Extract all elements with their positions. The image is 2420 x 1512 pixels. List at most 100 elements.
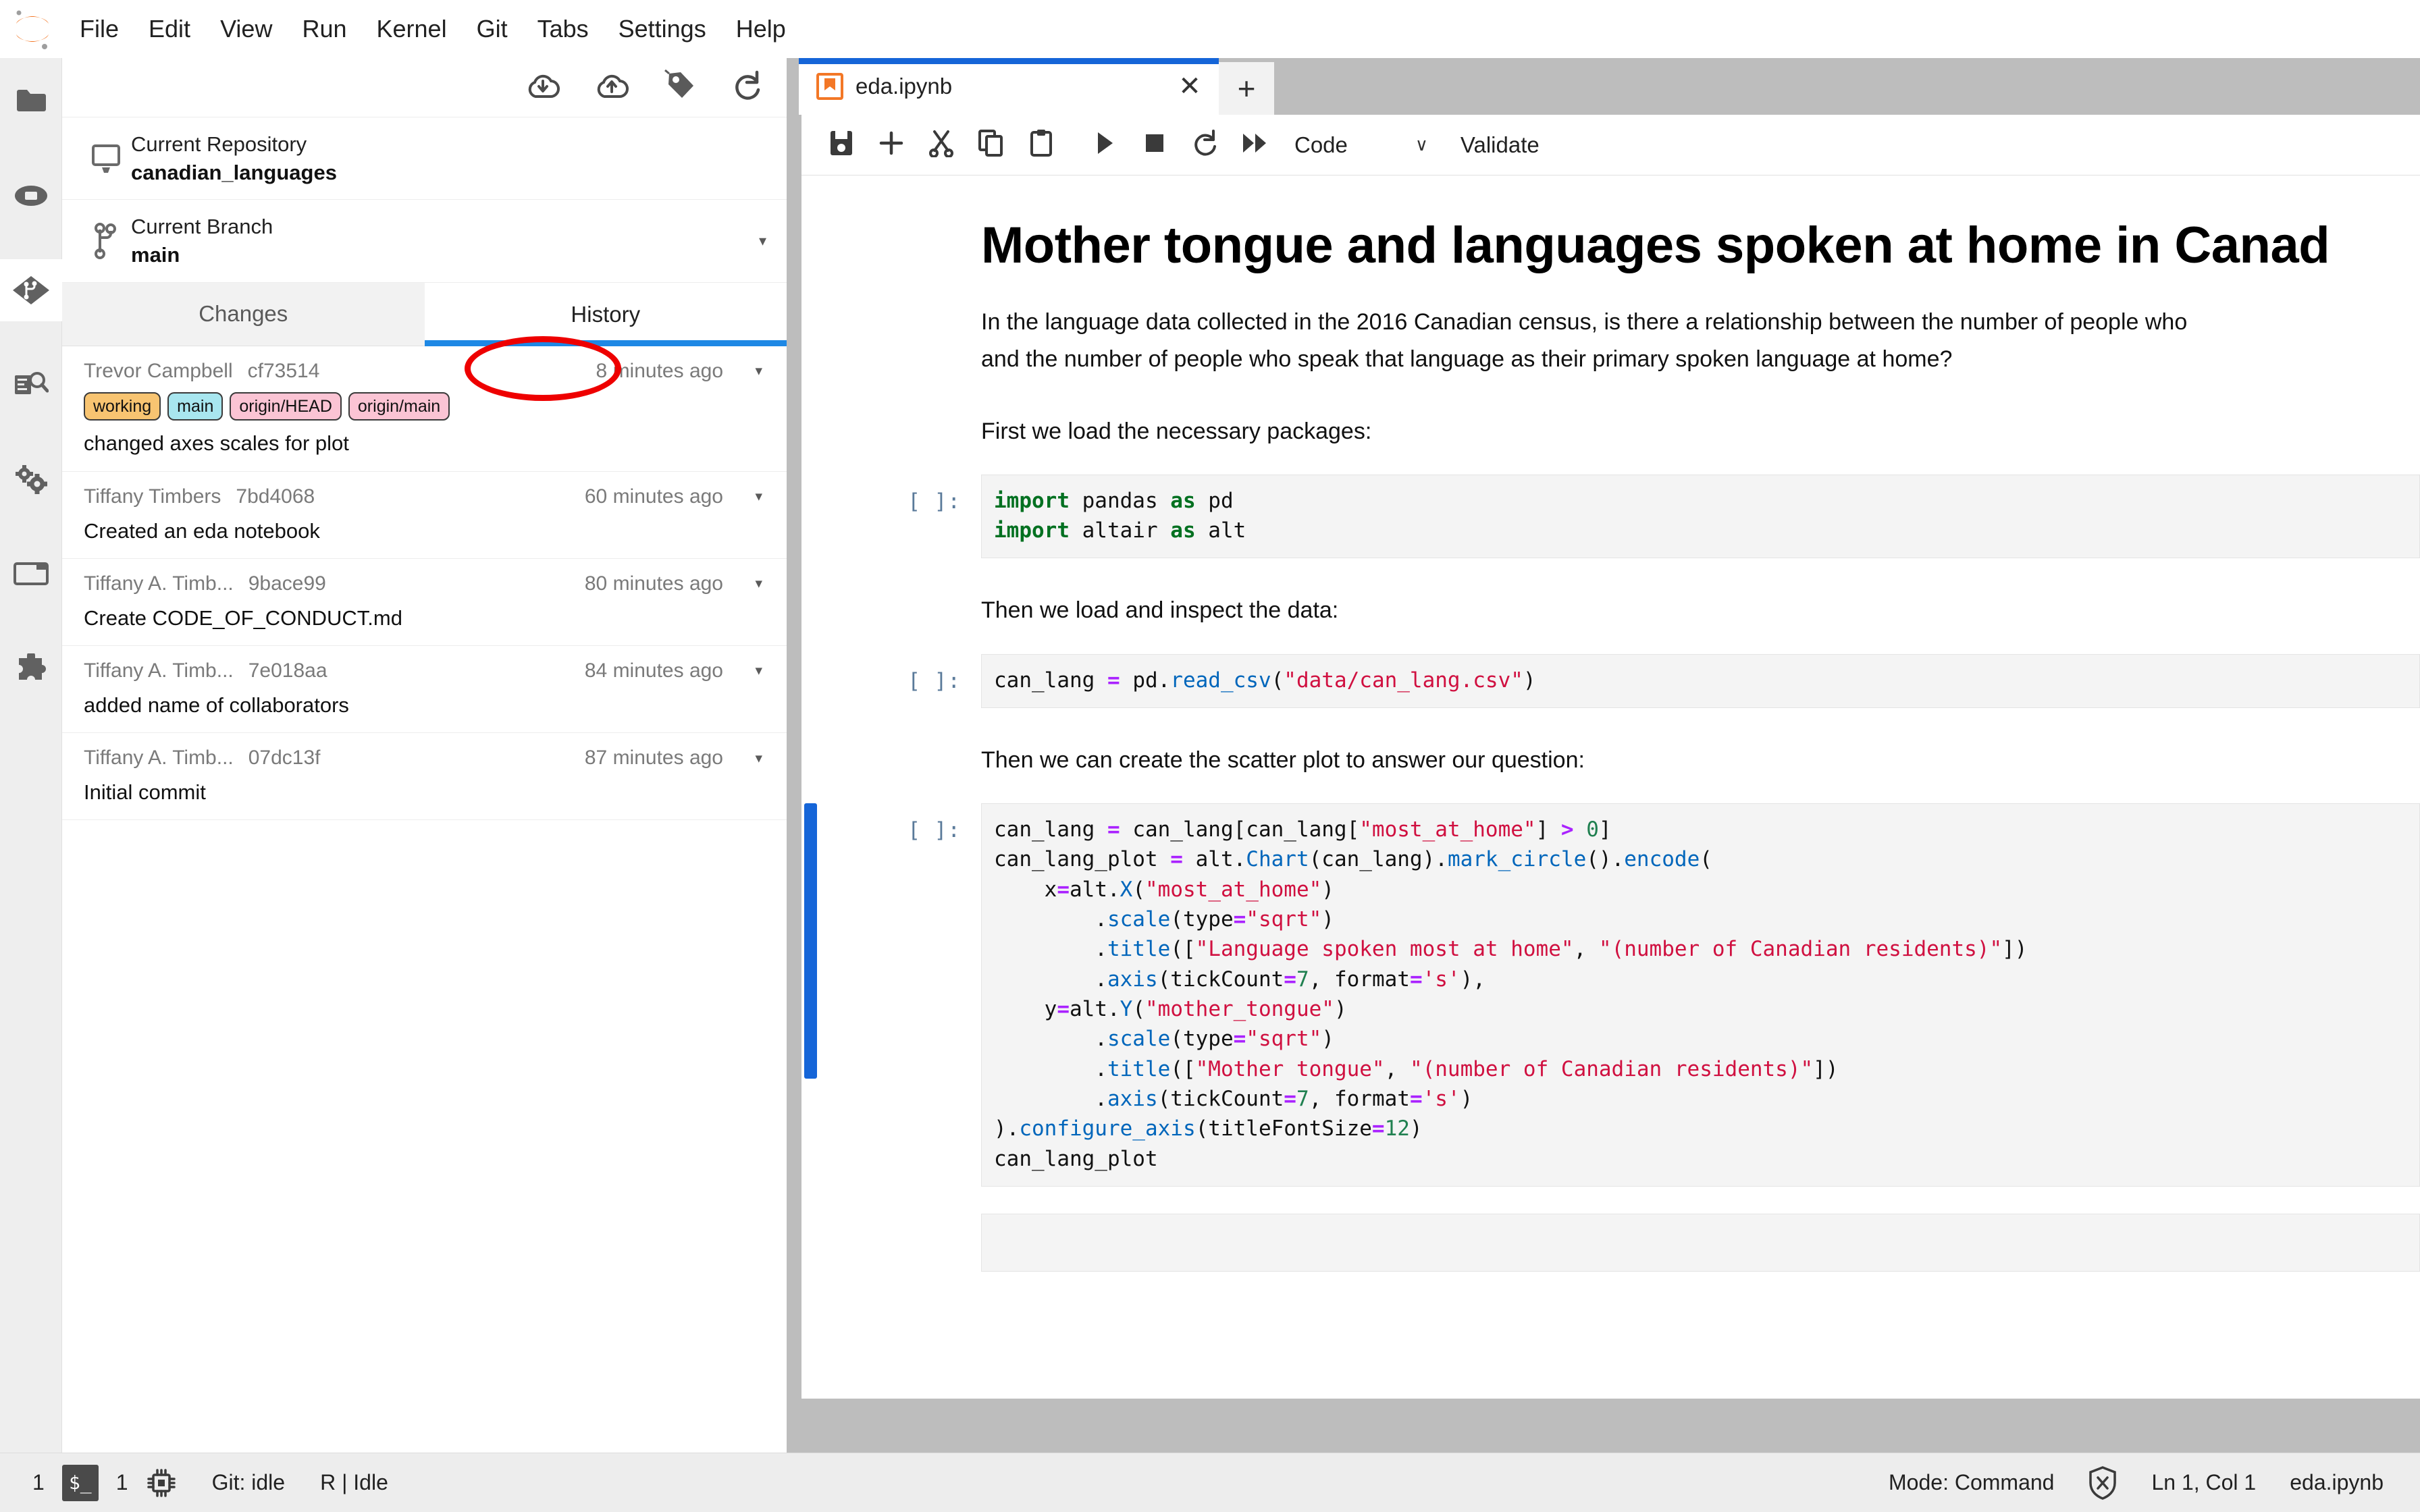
panel-splitter[interactable] <box>787 58 797 1453</box>
badge-main: main <box>167 392 223 421</box>
menu-item-edit[interactable]: Edit <box>134 13 205 45</box>
restart-icon <box>1191 129 1218 161</box>
sidebar-item-extension-manager[interactable] <box>0 637 62 699</box>
tab-eda-ipynb[interactable]: eda.ipynb ✕ <box>799 58 1219 115</box>
commit-list-item[interactable]: Tiffany A. Timb... 07dc13f 87 minutes ag… <box>62 733 787 821</box>
paste-cell-button[interactable] <box>1016 120 1066 170</box>
markdown-cell-intro[interactable]: In the language data collected in the 20… <box>981 304 2420 378</box>
trust-shield-icon[interactable] <box>2088 1465 2118 1500</box>
close-icon[interactable]: ✕ <box>1169 65 1211 107</box>
validate-button[interactable]: Validate <box>1461 132 1540 158</box>
status-bar-right: Mode: Command Ln 1, Col 1 eda.ipynb <box>1889 1465 2420 1500</box>
menu-item-file[interactable]: File <box>65 13 134 45</box>
commit-expand-caret-icon[interactable]: ▾ <box>755 362 762 379</box>
paragraph-line: First we load the necessary packages: <box>981 418 1372 444</box>
paragraph-line: Then we can create the scatter plot to a… <box>981 747 1585 773</box>
kernel-status[interactable]: R | Idle <box>320 1470 388 1495</box>
jupyterlab-window: File Edit View Run Kernel Git Tabs Setti… <box>0 0 2420 1512</box>
interrupt-kernel-button[interactable] <box>1130 120 1180 170</box>
terminal-icon[interactable]: $_ <box>61 1464 99 1501</box>
new-tab-button[interactable]: + <box>1219 62 1274 115</box>
tab-changes[interactable]: Changes <box>62 282 425 346</box>
kernel-count: 1 <box>32 1470 45 1494</box>
commit-expand-caret-icon[interactable]: ▾ <box>755 488 762 505</box>
restart-run-all-button[interactable] <box>1230 120 1280 170</box>
kernel-chip-icon[interactable] <box>146 1467 177 1498</box>
commit-expand-caret-icon[interactable]: ▾ <box>755 750 762 767</box>
commit-expand-caret-icon[interactable]: ▾ <box>755 575 762 592</box>
play-icon <box>1093 130 1117 160</box>
markdown-cell-load[interactable]: Then we load and inspect the data: <box>981 592 2420 629</box>
run-cell-button[interactable] <box>1080 120 1130 170</box>
copy-cell-button[interactable] <box>966 120 1016 170</box>
notebook-scroll-area[interactable]: Mother tongue and languages spoken at ho… <box>801 176 2420 1397</box>
menu-item-run[interactable]: Run <box>287 13 361 45</box>
branch-dropdown-caret-icon[interactable]: ▾ <box>759 232 766 250</box>
code-editor[interactable]: import pandas as pd import altair as alt <box>981 474 2420 559</box>
git-tab-bar: Changes History <box>62 282 787 346</box>
sidebar-item-extension-settings[interactable] <box>0 448 62 510</box>
activity-bar <box>0 58 62 1453</box>
commit-list-item[interactable]: Tiffany A. Timb... 9bace99 80 minutes ag… <box>62 559 787 646</box>
sidebar-item-running-kernels[interactable] <box>0 165 62 227</box>
tab-history[interactable]: History <box>424 282 787 346</box>
code-editor[interactable] <box>981 1213 2420 1272</box>
cursor-position: Ln 1, Col 1 <box>2151 1470 2257 1494</box>
sidebar-item-table-of-contents[interactable] <box>0 543 62 605</box>
commit-list-item[interactable]: Trevor Campbell cf73514 8 minutes ago ▾ … <box>62 346 787 472</box>
commit-list-item[interactable]: Tiffany Timbers 7bd4068 60 minutes ago ▾… <box>62 472 787 559</box>
restart-kernel-button[interactable] <box>1180 120 1230 170</box>
git-tag-button[interactable] <box>664 69 696 105</box>
cell-type-value: Code <box>1294 132 1348 157</box>
commit-author: Tiffany A. Timb... <box>84 659 234 682</box>
cell-prompt: [ ]: <box>908 668 961 693</box>
commit-list-item[interactable]: Tiffany A. Timb... 7e018aa 84 minutes ag… <box>62 646 787 734</box>
code-editor[interactable]: can_lang = pd.read_csv("data/can_lang.cs… <box>981 653 2420 708</box>
cell-type-select[interactable]: Code ∨ <box>1294 132 1428 158</box>
notebook-tab-bar: eda.ipynb ✕ + <box>797 58 2420 115</box>
git-branch-diamond-icon <box>12 275 50 305</box>
menu-item-settings[interactable]: Settings <box>604 13 721 45</box>
save-button[interactable] <box>816 120 866 170</box>
notebook-title: Mother tongue and languages spoken at ho… <box>981 217 2330 274</box>
editor-mode: Mode: Command <box>1889 1470 2055 1494</box>
menu-item-tabs[interactable]: Tabs <box>523 13 604 45</box>
sidebar-item-file-browser[interactable] <box>0 70 62 132</box>
code-cell-empty[interactable] <box>801 1213 2420 1272</box>
sidebar-item-git[interactable] <box>0 259 62 321</box>
code-editor[interactable]: can_lang = can_lang[can_lang["most_at_ho… <box>981 803 2420 1187</box>
insert-cell-button[interactable] <box>866 120 916 170</box>
active-file-name: eda.ipynb <box>2290 1470 2384 1494</box>
git-refresh-button[interactable] <box>731 70 762 105</box>
cell-prompt <box>801 1214 981 1228</box>
code-cell-plot[interactable]: [ ]: can_lang = can_lang[can_lang["most_… <box>801 803 2420 1187</box>
git-push-button[interactable] <box>595 70 629 105</box>
tag-icon <box>664 69 696 105</box>
cut-cell-button[interactable] <box>916 120 966 170</box>
menu-item-kernel[interactable]: Kernel <box>362 13 462 45</box>
code-cell-read-csv[interactable]: [ ]: can_lang = pd.read_csv("data/can_la… <box>801 653 2420 708</box>
refresh-icon <box>731 70 762 105</box>
commit-expand-caret-icon[interactable]: ▾ <box>755 662 762 679</box>
code-cell-imports[interactable]: [ ]: import pandas as pd import altair a… <box>801 474 2420 559</box>
git-repository-text: Current Repository canadian_languages <box>131 132 337 184</box>
commit-header: Tiffany A. Timb... 07dc13f 87 minutes ag… <box>84 747 766 770</box>
markdown-cell-packages[interactable]: First we load the necessary packages: <box>981 413 2420 450</box>
menu-item-view[interactable]: View <box>205 13 287 45</box>
cell-prompt: [ ]: <box>908 489 961 514</box>
markdown-cell-scatter[interactable]: Then we can create the scatter plot to a… <box>981 742 2420 779</box>
git-status[interactable]: Git: idle <box>212 1470 285 1495</box>
jupyter-logo-icon <box>12 7 53 51</box>
commit-header: Tiffany A. Timb... 7e018aa 84 minutes ag… <box>84 659 766 682</box>
commit-author: Tiffany A. Timb... <box>84 572 234 595</box>
notebook-toolbar: Code ∨ Validate <box>801 115 2420 176</box>
menu-item-git[interactable]: Git <box>462 13 523 45</box>
scissors-icon <box>928 129 955 161</box>
git-current-repository[interactable]: Current Repository canadian_languages <box>62 117 787 200</box>
commit-message: Created an eda notebook <box>84 518 320 543</box>
git-pull-button[interactable] <box>526 70 560 105</box>
notebook-icon <box>816 73 843 100</box>
git-current-branch[interactable]: Current Branch main ▾ <box>62 200 787 283</box>
menu-item-help[interactable]: Help <box>721 13 801 45</box>
sidebar-item-property-inspector[interactable] <box>0 354 62 416</box>
